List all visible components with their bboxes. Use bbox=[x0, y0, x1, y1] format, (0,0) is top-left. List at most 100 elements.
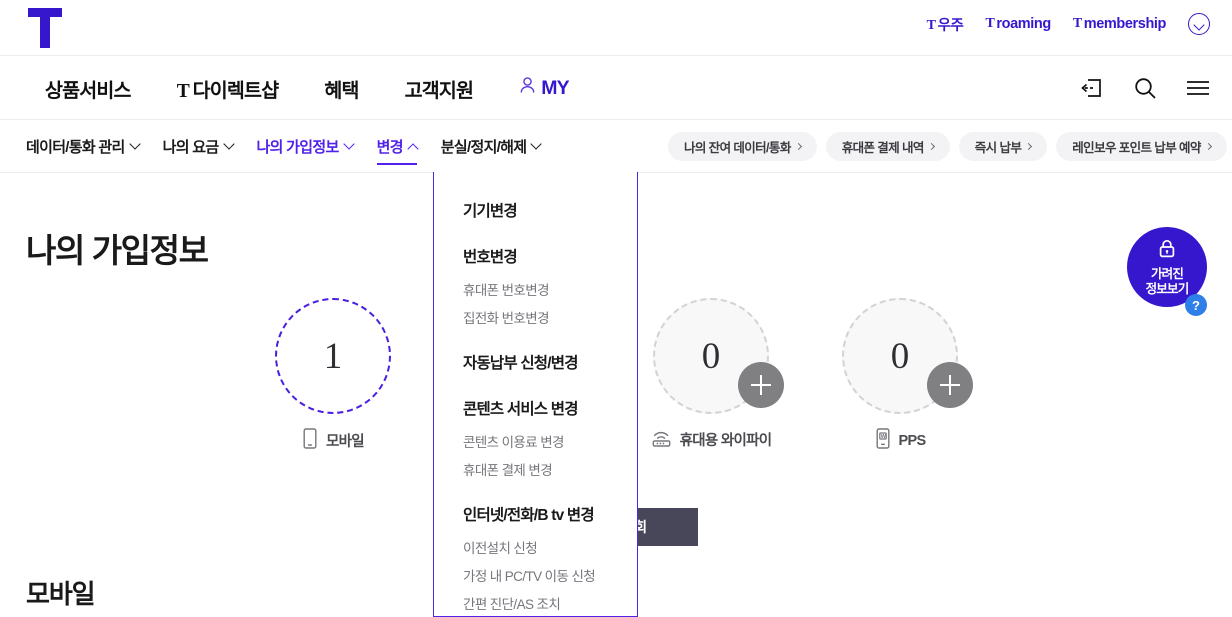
nav-item-label: 고객지원 bbox=[404, 79, 474, 102]
nav-item-support[interactable]: 고객지원 bbox=[382, 74, 497, 103]
hidden-info-line1: 가려진 bbox=[1150, 266, 1184, 281]
hidden-info-line2: 정보보기 bbox=[1145, 281, 1190, 296]
chevron-right-icon bbox=[794, 142, 802, 151]
nav-item-direct-shop[interactable]: T 다이렉트샵 bbox=[154, 74, 302, 103]
flyout-sublist: 휴대폰 번호변경 집전화 번호변경 bbox=[463, 279, 637, 327]
lnb-item-lost-suspend[interactable]: 분실/정지/해제 bbox=[429, 120, 553, 173]
utility-link-roaming[interactable]: T roaming bbox=[985, 15, 1051, 33]
chip-label: 나의 잔여 데이터/통화 bbox=[684, 141, 791, 155]
chip-rainbow-point-reservation[interactable]: 레인보우 포인트 납부 예약 bbox=[1056, 132, 1227, 161]
count-circle: 1 bbox=[275, 298, 391, 414]
logo-bar bbox=[28, 8, 62, 17]
flyout-group-internet-tv: 인터넷/전화/B tv 변경 이전설치 신청 가정 내 PC/TV 이동 신청 … bbox=[463, 503, 637, 616]
lnb-item-change[interactable]: 변경 bbox=[365, 120, 429, 173]
change-menu-flyout: 기기변경 번호변경 휴대폰 번호변경 집전화 번호변경 자동납부 신청/변경 콘… bbox=[433, 172, 638, 617]
chip-label: 즉시 납부 bbox=[974, 141, 1022, 155]
flyout-heading[interactable]: 자동납부 신청/변경 bbox=[463, 351, 637, 373]
utility-link-membership[interactable]: T membership bbox=[1072, 15, 1167, 33]
nav-item-benefits[interactable]: 혜택 bbox=[301, 74, 381, 103]
flyout-link[interactable]: 휴대폰 번호변경 bbox=[463, 279, 637, 299]
utility-bar: T 우주 T roaming T membership bbox=[0, 0, 1232, 56]
chevron-up-icon bbox=[407, 142, 419, 155]
flyout-sublist: 이전설치 신청 가정 내 PC/TV 이동 신청 간편 진단/AS 조치 리모컨… bbox=[463, 537, 637, 616]
lnb-item-label: 변경 bbox=[376, 139, 404, 156]
login-icon[interactable] bbox=[1078, 74, 1106, 102]
summary-card-label: 휴대용 와이파이 bbox=[679, 433, 773, 449]
t-mark: T bbox=[1072, 15, 1082, 31]
flyout-sublist: 콘텐츠 이용료 변경 휴대폰 결제 변경 bbox=[463, 431, 637, 479]
lnb-item-label: 나의 요금 bbox=[162, 139, 220, 156]
summary-card-pps[interactable]: 0 W PPS bbox=[785, 290, 1015, 460]
mobile-phone-icon bbox=[302, 428, 318, 453]
nav-item-my[interactable]: MY bbox=[496, 76, 592, 100]
flyout-group-number-change: 번호변경 휴대폰 번호변경 집전화 번호변경 bbox=[463, 245, 637, 327]
global-nav-menu: 상품서비스 T 다이렉트샵 혜택 고객지원 MY bbox=[22, 56, 592, 120]
chip-instant-payment[interactable]: 즉시 납부 bbox=[958, 132, 1048, 161]
lnb-item-my-bill[interactable]: 나의 요금 bbox=[151, 120, 245, 173]
summary-card-label-row: W PPS bbox=[785, 428, 1015, 453]
flyout-link[interactable]: 집전화 번호변경 bbox=[463, 307, 637, 327]
wifi-router-icon bbox=[651, 428, 672, 451]
nav-item-products[interactable]: 상품서비스 bbox=[22, 74, 154, 103]
utility-link-label: membership bbox=[1083, 15, 1167, 32]
flyout-link[interactable]: 간편 진단/AS 조치 bbox=[463, 593, 637, 613]
chip-phone-payment-history[interactable]: 휴대폰 결제 내역 bbox=[825, 132, 950, 161]
flyout-heading[interactable]: 번호변경 bbox=[463, 245, 637, 267]
local-nav-bar: 데이터/통화 관리 나의 요금 나의 가입정보 변경 분실/정지/해제 나의 잔… bbox=[0, 120, 1232, 173]
chip-remaining-data[interactable]: 나의 잔여 데이터/통화 bbox=[668, 132, 817, 161]
t-prefix: T bbox=[176, 80, 193, 102]
chip-label: 휴대폰 결제 내역 bbox=[841, 141, 925, 155]
nav-item-label: MY bbox=[541, 76, 569, 99]
summary-card-mobile[interactable]: 1 모바일 bbox=[218, 290, 448, 460]
count-value: 0 bbox=[701, 335, 721, 377]
add-portable-wifi-button[interactable] bbox=[738, 362, 784, 408]
flyout-link[interactable]: 이전설치 신청 bbox=[463, 537, 637, 557]
lnb-item-my-subscription[interactable]: 나의 가입정보 bbox=[245, 120, 365, 173]
local-nav-items: 데이터/통화 관리 나의 요금 나의 가입정보 변경 분실/정지/해제 bbox=[14, 120, 552, 173]
flyout-group-autopay: 자동납부 신청/변경 bbox=[463, 351, 637, 373]
utility-link-tuniverse[interactable]: T 우주 bbox=[927, 14, 964, 35]
page-title: 나의 가입정보 bbox=[26, 232, 209, 269]
utility-link-label: roaming bbox=[996, 15, 1051, 32]
hamburger-menu-icon[interactable] bbox=[1184, 74, 1212, 102]
summary-card-label: 모바일 bbox=[326, 434, 365, 450]
chevron-right-icon bbox=[1204, 142, 1212, 151]
nav-item-label: 다이렉트샵 bbox=[192, 79, 280, 102]
lnb-item-label: 데이터/통화 관리 bbox=[26, 139, 125, 156]
chevron-right-icon bbox=[927, 142, 935, 151]
t-mark: T bbox=[926, 17, 936, 33]
global-nav-bar: 상품서비스 T 다이렉트샵 혜택 고객지원 MY bbox=[0, 56, 1232, 120]
flyout-heading[interactable]: 인터넷/전화/B tv 변경 bbox=[463, 503, 637, 525]
flyout-group-device-change: 기기변경 bbox=[463, 199, 637, 221]
chip-label: 레인보우 포인트 납부 예약 bbox=[1072, 141, 1201, 155]
help-badge[interactable]: ? bbox=[1185, 294, 1207, 316]
person-icon bbox=[519, 76, 536, 100]
flyout-heading[interactable]: 콘텐츠 서비스 변경 bbox=[463, 397, 637, 419]
summary-card-label: PPS bbox=[898, 432, 927, 449]
nav-item-label: 상품서비스 bbox=[45, 79, 132, 102]
section-title-mobile: 모바일 bbox=[26, 579, 96, 609]
logo-stem bbox=[40, 17, 50, 48]
add-pps-button[interactable] bbox=[927, 362, 973, 408]
flyout-heading[interactable]: 기기변경 bbox=[463, 199, 637, 221]
nav-item-label: 혜택 bbox=[324, 79, 359, 102]
lnb-item-label: 분실/정지/해제 bbox=[440, 139, 527, 156]
skt-logo[interactable] bbox=[28, 8, 62, 48]
utility-link-label: 우주 bbox=[937, 17, 964, 34]
global-nav-icons bbox=[1078, 56, 1212, 120]
summary-card-label-row: 모바일 bbox=[218, 428, 448, 453]
utility-links: T 우주 T roaming T membership bbox=[927, 13, 1210, 35]
lock-icon bbox=[1157, 238, 1177, 264]
chevron-down-icon bbox=[530, 137, 543, 150]
flyout-link[interactable]: 콘텐츠 이용료 변경 bbox=[463, 431, 637, 451]
chevron-right-icon bbox=[1025, 142, 1033, 151]
count-value: 0 bbox=[890, 335, 910, 377]
chevron-down-icon[interactable] bbox=[1188, 13, 1210, 35]
lnb-item-label: 나의 가입정보 bbox=[256, 139, 340, 156]
lnb-item-data-call[interactable]: 데이터/통화 관리 bbox=[14, 120, 151, 173]
search-icon[interactable] bbox=[1131, 74, 1159, 102]
flyout-link[interactable]: 휴대폰 결제 변경 bbox=[463, 459, 637, 479]
flyout-link[interactable]: 가정 내 PC/TV 이동 신청 bbox=[463, 565, 637, 585]
count-value: 1 bbox=[323, 335, 343, 377]
pps-phone-icon: W bbox=[875, 428, 891, 453]
